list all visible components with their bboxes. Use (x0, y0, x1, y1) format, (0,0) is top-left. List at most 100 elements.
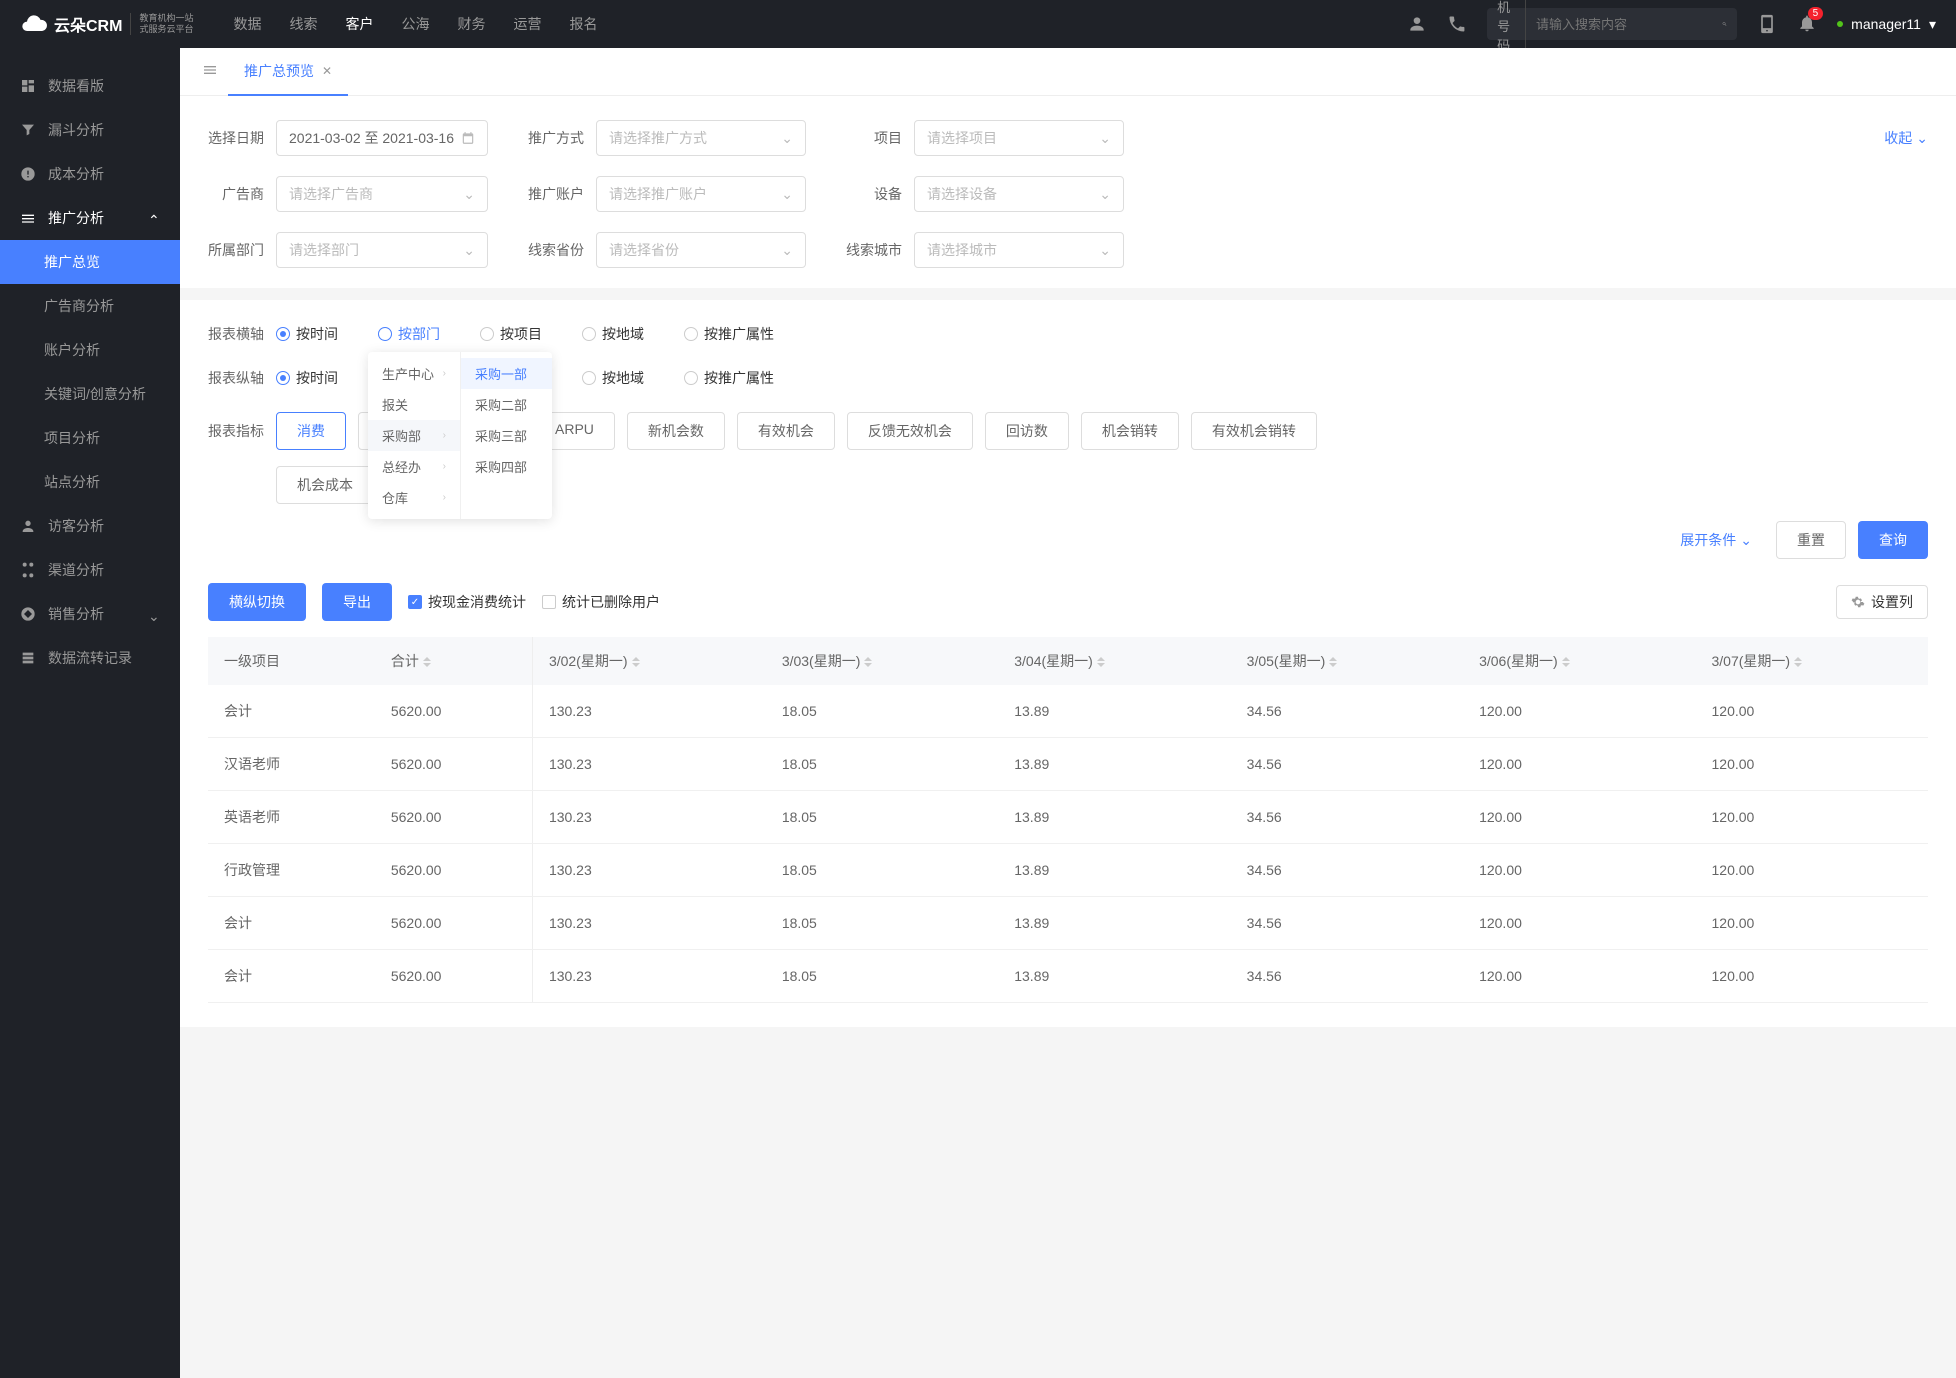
table-header-1[interactable]: 合计 (375, 637, 533, 685)
row-axis-option-3[interactable]: 按地域 (582, 324, 644, 344)
metric-tag-6[interactable]: 有效机会 (737, 412, 835, 450)
metric-tag-0[interactable]: 消费 (276, 412, 346, 450)
column-settings-button[interactable]: 设置列 (1836, 585, 1928, 619)
sidebar-item-0[interactable]: 数据看版 (0, 64, 180, 108)
nav-item-6[interactable]: 报名 (569, 14, 597, 34)
sidebar-item-2[interactable]: 成本分析 (0, 152, 180, 196)
collapse-filters-link[interactable]: 收起 ⌄ (1884, 128, 1928, 148)
row-axis-option-2[interactable]: 按项目 (480, 324, 542, 344)
reset-button[interactable]: 重置 (1776, 521, 1846, 559)
notification-bell[interactable]: 5 (1797, 13, 1817, 36)
table-header-6[interactable]: 3/06(星期一) (1463, 637, 1695, 685)
date-label: 选择日期 (208, 128, 264, 148)
table-header-5[interactable]: 3/05(星期一) (1231, 637, 1463, 685)
search-input[interactable] (1526, 17, 1722, 32)
table-cell: 13.89 (998, 897, 1230, 950)
logo[interactable]: 云朵CRM 教育机构一站 式服务云平台 (20, 10, 193, 38)
date-picker[interactable]: 2021-03-02 至 2021-03-16 (276, 120, 488, 156)
switch-button[interactable]: 横纵切换 (208, 583, 306, 621)
sidebar-subitem-3-1[interactable]: 广告商分析 (0, 284, 180, 328)
radio-icon (582, 327, 596, 341)
advertiser-select[interactable]: 请选择广告商⌄ (276, 176, 488, 212)
row-axis-option-1[interactable]: 按部门 (378, 324, 440, 344)
nav-item-1[interactable]: 线索 (289, 14, 317, 34)
logo-text: 云朵CRM (54, 12, 122, 36)
sidebar-subitem-3-4[interactable]: 项目分析 (0, 416, 180, 460)
table-header-3[interactable]: 3/03(星期一) (766, 637, 998, 685)
user-icon[interactable] (1407, 14, 1427, 34)
col-axis-option-0[interactable]: 按时间 (276, 368, 338, 388)
dropdown-col1-item-2[interactable]: 采购部› (368, 420, 460, 451)
dropdown-col1-item-0[interactable]: 生产中心› (368, 358, 460, 389)
table-cell: 120.00 (1463, 897, 1695, 950)
account-select[interactable]: 请选择推广账户⌄ (596, 176, 806, 212)
sidebar-subitem-3-3[interactable]: 关键词/创意分析 (0, 372, 180, 416)
radio-icon (480, 327, 494, 341)
table-cell: 5620.00 (375, 791, 533, 844)
table-header-4[interactable]: 3/04(星期一) (998, 637, 1230, 685)
dropdown-col2-item-3[interactable]: 采购四部 (461, 451, 552, 482)
dropdown-col1-item-3[interactable]: 总经办› (368, 451, 460, 482)
sidebar-item-6[interactable]: 销售分析⌄ (0, 592, 180, 636)
tab-close-icon[interactable]: ✕ (322, 64, 332, 78)
row-axis-option-4[interactable]: 按推广属性 (684, 324, 774, 344)
col-axis-option-4[interactable]: 按推广属性 (684, 368, 774, 388)
nav-item-3[interactable]: 公海 (401, 14, 429, 34)
dropdown-col2-item-1[interactable]: 采购二部 (461, 389, 552, 420)
dropdown-col1-item-4[interactable]: 仓库› (368, 482, 460, 513)
dropdown-col2-item-0[interactable]: 采购一部 (461, 358, 552, 389)
dept-dropdown: 生产中心›报关采购部›总经办›仓库› 采购一部采购二部采购三部采购四部 (368, 352, 552, 519)
nav-item-2[interactable]: 客户 (345, 14, 373, 34)
export-button[interactable]: 导出 (322, 583, 392, 621)
sidebar-item-7[interactable]: 数据流转记录 (0, 636, 180, 680)
sidebar-subitem-3-5[interactable]: 站点分析 (0, 460, 180, 504)
province-select[interactable]: 请选择省份⌄ (596, 232, 806, 268)
phone-icon[interactable] (1447, 14, 1467, 34)
user-menu[interactable]: manager11 ▾ (1837, 16, 1936, 33)
nav-item-4[interactable]: 财务 (457, 14, 485, 34)
city-select[interactable]: 请选择城市⌄ (914, 232, 1124, 268)
query-button[interactable]: 查询 (1858, 521, 1928, 559)
method-select[interactable]: 请选择推广方式⌄ (596, 120, 806, 156)
sidebar-subitem-3-0[interactable]: 推广总览 (0, 240, 180, 284)
cash-stat-checkbox[interactable]: 按现金消费统计 (408, 592, 526, 612)
col-axis-option-3[interactable]: 按地域 (582, 368, 644, 388)
deleted-stat-checkbox[interactable]: 统计已删除用户 (542, 592, 660, 612)
search-group: 手机号码 ▾ (1487, 8, 1737, 40)
table-cell: 18.05 (766, 897, 998, 950)
sidebar-subitem-3-2[interactable]: 账户分析 (0, 328, 180, 372)
metric-tag-9[interactable]: 机会销转 (1081, 412, 1179, 450)
search-icon[interactable] (1722, 16, 1727, 32)
metric-tag-10[interactable]: 有效机会销转 (1191, 412, 1317, 450)
table-cell: 34.56 (1231, 738, 1463, 791)
metric-tag-r2-0[interactable]: 机会成本 (276, 466, 374, 504)
table-header-2[interactable]: 3/02(星期一) (532, 637, 765, 685)
tab-promo-overview[interactable]: 推广总预览 ✕ (228, 48, 348, 96)
dropdown-col1-item-1[interactable]: 报关 (368, 389, 460, 420)
mobile-icon[interactable] (1757, 14, 1777, 34)
project-select[interactable]: 请选择项目⌄ (914, 120, 1124, 156)
row-axis-option-0[interactable]: 按时间 (276, 324, 338, 344)
device-select[interactable]: 请选择设备⌄ (914, 176, 1124, 212)
expand-conditions-link[interactable]: 展开条件 ⌄ (1680, 530, 1752, 550)
table-cell: 英语老师 (208, 791, 375, 844)
sidebar-item-4[interactable]: 访客分析 (0, 504, 180, 548)
dept-select[interactable]: 请选择部门⌄ (276, 232, 488, 268)
metric-tag-5[interactable]: 新机会数 (627, 412, 725, 450)
nav-item-5[interactable]: 运营 (513, 14, 541, 34)
table-row: 会计5620.00130.2318.0513.8934.56120.00120.… (208, 897, 1928, 950)
sidebar-item-1[interactable]: 漏斗分析 (0, 108, 180, 152)
nav-item-0[interactable]: 数据 (233, 14, 261, 34)
metric-tag-7[interactable]: 反馈无效机会 (847, 412, 973, 450)
table-cell: 130.23 (532, 844, 765, 897)
table-cell: 120.00 (1463, 844, 1695, 897)
dropdown-col2-item-2[interactable]: 采购三部 (461, 420, 552, 451)
sidebar-item-5[interactable]: 渠道分析 (0, 548, 180, 592)
table-header-7[interactable]: 3/07(星期一) (1696, 637, 1929, 685)
sidebar-item-3[interactable]: 推广分析⌃ (0, 196, 180, 240)
table-cell: 120.00 (1696, 844, 1929, 897)
checkbox-icon (408, 595, 422, 609)
table-cell: 34.56 (1231, 791, 1463, 844)
metric-tag-8[interactable]: 回访数 (985, 412, 1069, 450)
sidebar-collapse-button[interactable] (192, 62, 228, 81)
